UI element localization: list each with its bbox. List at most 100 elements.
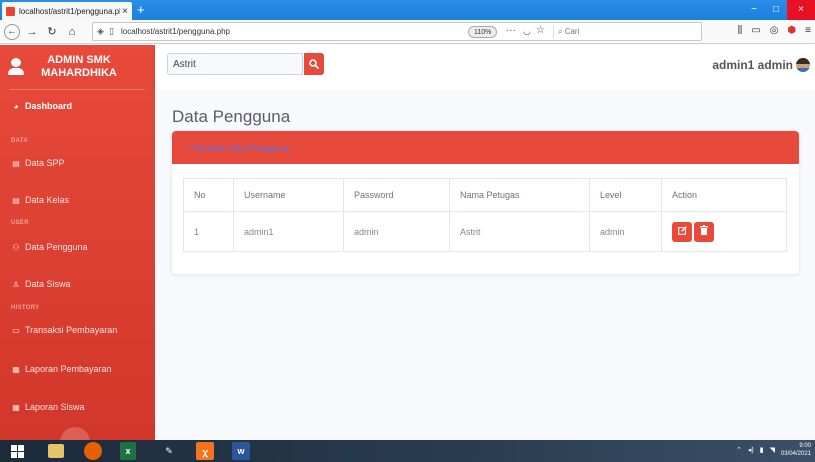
- col-header-password: Password: [343, 178, 450, 212]
- cell-action: [661, 211, 787, 252]
- search-input[interactable]: [167, 53, 303, 75]
- sidebar-item-label: Dashboard: [25, 101, 73, 111]
- tracking-shield-icon[interactable]: ◈: [97, 26, 104, 37]
- search-icon: [309, 59, 319, 69]
- browser-search-input[interactable]: ⌕ Cari: [553, 25, 701, 38]
- table-icon: ▤: [12, 158, 20, 168]
- account-icon[interactable]: ◎: [770, 25, 779, 36]
- report-icon: ▦: [12, 364, 20, 374]
- tray-arrow-icon[interactable]: ⌃: [736, 446, 742, 454]
- sidebar-item-laporan-siswa[interactable]: ▦ Laporan Siswa: [0, 402, 85, 412]
- page-title: Data Pengguna: [172, 107, 291, 126]
- cell-nama: Astrit: [449, 211, 590, 252]
- sidebar-item-laporan-pembayaran[interactable]: ▦ Laporan Pembayaran: [0, 364, 112, 374]
- home-icon[interactable]: ⌂: [64, 23, 80, 41]
- dashboard-icon: ◕: [13, 101, 19, 111]
- file-explorer-icon[interactable]: [48, 444, 64, 458]
- battery-icon[interactable]: ▮: [760, 446, 764, 454]
- forward-arrow-icon[interactable]: →: [24, 23, 40, 41]
- taskbar: x ✎ ꭓ w ⌃ ◂) ▮ ◥ 9:00 03/04/2021: [0, 440, 815, 462]
- paint-icon[interactable]: ✎: [160, 442, 178, 460]
- sidebar-heading-data: DATA: [11, 138, 28, 144]
- sidebar-item-label: Data Kelas: [25, 195, 70, 205]
- user-name[interactable]: admin1 admin: [712, 58, 793, 72]
- cell-username: admin1: [233, 211, 344, 252]
- search-button[interactable]: [304, 53, 324, 75]
- table-icon: ▤: [12, 195, 20, 205]
- url-text[interactable]: localhost/astrit1/pengguna.php: [121, 27, 230, 36]
- sidebar-item-data-pengguna[interactable]: ⚇ Data Pengguna: [0, 242, 87, 252]
- close-window-button[interactable]: ×: [787, 0, 815, 20]
- cell-level: admin: [589, 211, 662, 252]
- xampp-icon[interactable]: ꭓ: [196, 442, 214, 460]
- tab-title: localhost/astrit1/pengguna.ph: [19, 6, 121, 16]
- minimize-button[interactable]: −: [743, 0, 765, 20]
- browser-tabbar: localhost/astrit1/pengguna.ph × + − □ ×: [0, 0, 815, 20]
- plus-icon: +: [184, 143, 190, 153]
- firefox-icon[interactable]: [84, 442, 102, 460]
- report-icon: ▦: [12, 402, 20, 412]
- sidebar-brand[interactable]: ADMIN SMK MAHARDHIKA: [0, 45, 155, 89]
- sidebar: ADMIN SMK MAHARDHIKA ◕ Dashboard DATA ▤ …: [0, 45, 155, 457]
- sidebar-item-data-siswa[interactable]: ♙ Data Siswa: [0, 279, 71, 289]
- sidebar-item-dashboard[interactable]: ◕ Dashboard: [0, 101, 72, 111]
- page-actions-icon[interactable]: ···: [506, 25, 516, 36]
- clock[interactable]: 9:00 03/04/2021: [781, 442, 811, 458]
- bookmark-star-icon[interactable]: ☆: [536, 25, 545, 36]
- browser-search-placeholder: Cari: [564, 27, 580, 36]
- user-icon: [8, 58, 24, 76]
- money-icon: ▭: [12, 325, 20, 335]
- cell-password: admin: [343, 211, 450, 252]
- reload-icon[interactable]: ↻: [44, 23, 60, 41]
- maximize-button[interactable]: □: [765, 0, 787, 20]
- edit-button[interactable]: [672, 221, 692, 242]
- topbar: admin1 admin: [155, 45, 815, 89]
- sidebar-item-label: Laporan Pembayaran: [25, 364, 112, 374]
- col-header-no: No: [183, 178, 234, 212]
- sidebar-heading-user: USER: [11, 220, 29, 226]
- back-arrow-icon[interactable]: ←: [4, 23, 20, 40]
- sidebar-item-label: Laporan Siswa: [25, 402, 85, 412]
- word-icon[interactable]: w: [232, 442, 250, 460]
- new-tab-button[interactable]: +: [137, 2, 145, 18]
- browser-navbar: ← → ↻ ⌂ ◈ ▯ localhost/astrit1/pengguna.p…: [0, 20, 815, 44]
- windows-start-icon[interactable]: [8, 442, 26, 460]
- network-icon[interactable]: ◥: [770, 446, 775, 454]
- add-data-label: Tambah Data Pengguna: [192, 143, 290, 153]
- sidebar-item-data-spp[interactable]: ▤ Data SPP: [0, 158, 64, 168]
- system-tray: ⌃ ◂) ▮ ◥ 9:00 03/04/2021: [736, 442, 811, 458]
- col-header-nama-petugas: Nama Petugas: [449, 178, 590, 212]
- tab-close-icon[interactable]: ×: [122, 6, 128, 17]
- browser-tab[interactable]: localhost/astrit1/pengguna.ph ×: [2, 2, 132, 20]
- menu-icon[interactable]: ≡: [805, 25, 811, 36]
- excel-icon[interactable]: x: [120, 442, 136, 460]
- volume-icon[interactable]: ◂): [748, 446, 754, 454]
- clock-time: 9:00: [799, 443, 811, 449]
- edit-icon: [677, 225, 687, 235]
- addon-icon[interactable]: ⬢: [787, 25, 796, 36]
- sidebar-heading-history: HISTORY: [11, 305, 40, 311]
- pocket-icon[interactable]: ◡: [523, 26, 531, 37]
- data-card: + Tambah Data Pengguna No Username Passwo…: [172, 131, 799, 274]
- address-bar[interactable]: ◈ ▯ localhost/astrit1/pengguna.php 110% …: [92, 22, 702, 41]
- user-icon: ♙: [12, 279, 20, 289]
- col-header-username: Username: [233, 178, 344, 212]
- table-header-row: No Username Password Nama Petugas Level …: [183, 178, 787, 212]
- sidebar-item-label: Data Siswa: [25, 279, 71, 289]
- table-row: 1 admin1 admin Astrit admin: [183, 211, 787, 252]
- browser-toolbar-right: ⫼ ▭ ◎ ⬢ ≡: [738, 25, 811, 36]
- add-data-button[interactable]: + Tambah Data Pengguna: [184, 143, 289, 153]
- delete-button[interactable]: [694, 221, 714, 242]
- zoom-level[interactable]: 110%: [468, 26, 498, 38]
- sidebar-toggle-icon[interactable]: ▭: [751, 25, 760, 36]
- users-table: No Username Password Nama Petugas Level …: [183, 178, 787, 252]
- page-info-icon[interactable]: ▯: [109, 26, 114, 37]
- avatar[interactable]: [796, 58, 810, 72]
- sidebar-item-data-kelas[interactable]: ▤ Data Kelas: [0, 195, 69, 205]
- library-icon[interactable]: ⫼: [738, 25, 743, 36]
- sidebar-item-transaksi[interactable]: ▭ Transaksi Pembayaran: [0, 325, 117, 335]
- brand-text: ADMIN SMK MAHARDHIKA: [41, 54, 117, 79]
- col-header-level: Level: [589, 178, 662, 212]
- cell-no: 1: [183, 211, 234, 252]
- card-header: + Tambah Data Pengguna: [172, 131, 799, 164]
